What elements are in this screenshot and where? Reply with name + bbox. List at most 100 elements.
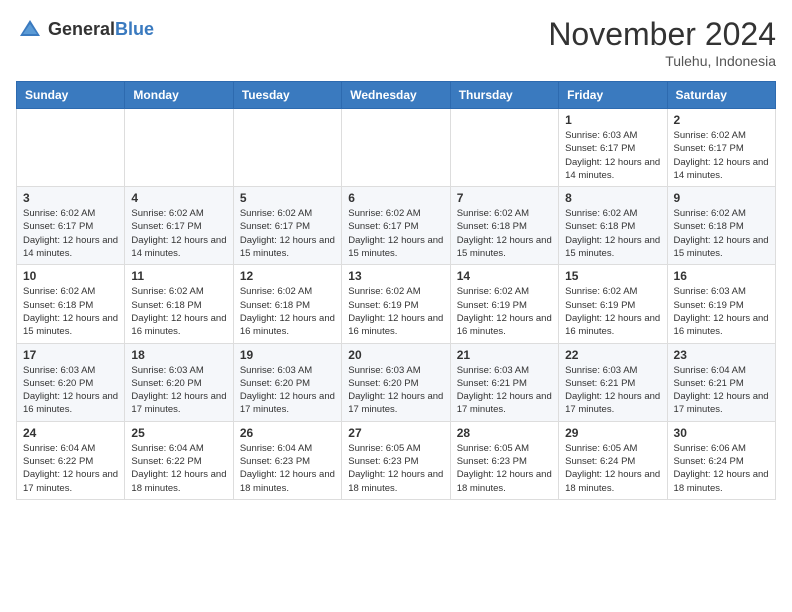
day-number: 26	[240, 426, 335, 440]
logo-icon	[16, 16, 44, 44]
day-number: 8	[565, 191, 660, 205]
day-number: 24	[23, 426, 118, 440]
weekday-header-tuesday: Tuesday	[233, 82, 341, 109]
calendar-week-0: 1 Sunrise: 6:03 AMSunset: 6:17 PMDaylight…	[17, 109, 776, 187]
calendar-cell: 14 Sunrise: 6:02 AMSunset: 6:19 PMDayligh…	[450, 265, 558, 343]
weekday-header-thursday: Thursday	[450, 82, 558, 109]
weekday-header-wednesday: Wednesday	[342, 82, 450, 109]
calendar-cell: 13 Sunrise: 6:02 AMSunset: 6:19 PMDayligh…	[342, 265, 450, 343]
day-number: 27	[348, 426, 443, 440]
location: Tulehu, Indonesia	[548, 53, 776, 69]
day-number: 25	[131, 426, 226, 440]
day-info: Sunrise: 6:05 AMSunset: 6:24 PMDaylight:…	[565, 442, 660, 495]
day-number: 21	[457, 348, 552, 362]
day-info: Sunrise: 6:02 AMSunset: 6:18 PMDaylight:…	[565, 207, 660, 260]
calendar-cell: 21 Sunrise: 6:03 AMSunset: 6:21 PMDayligh…	[450, 343, 558, 421]
day-info: Sunrise: 6:03 AMSunset: 6:20 PMDaylight:…	[240, 364, 335, 417]
calendar-cell: 27 Sunrise: 6:05 AMSunset: 6:23 PMDayligh…	[342, 421, 450, 499]
calendar-cell: 1 Sunrise: 6:03 AMSunset: 6:17 PMDaylight…	[559, 109, 667, 187]
page-header: GeneralBlue November 2024 Tulehu, Indone…	[16, 16, 776, 69]
day-number: 6	[348, 191, 443, 205]
month-title: November 2024	[548, 16, 776, 53]
day-number: 1	[565, 113, 660, 127]
calendar-cell: 11 Sunrise: 6:02 AMSunset: 6:18 PMDayligh…	[125, 265, 233, 343]
calendar-cell: 25 Sunrise: 6:04 AMSunset: 6:22 PMDayligh…	[125, 421, 233, 499]
day-info: Sunrise: 6:02 AMSunset: 6:17 PMDaylight:…	[23, 207, 118, 260]
day-info: Sunrise: 6:02 AMSunset: 6:18 PMDaylight:…	[674, 207, 769, 260]
day-number: 23	[674, 348, 769, 362]
day-number: 4	[131, 191, 226, 205]
day-number: 17	[23, 348, 118, 362]
day-number: 13	[348, 269, 443, 283]
weekday-header-row: SundayMondayTuesdayWednesdayThursdayFrid…	[17, 82, 776, 109]
calendar-cell: 15Sunrise: 6:02 AMSunset: 6:19 PMDayligh…	[559, 265, 667, 343]
weekday-header-monday: Monday	[125, 82, 233, 109]
day-number: 19	[240, 348, 335, 362]
day-info: Sunrise: 6:06 AMSunset: 6:24 PMDaylight:…	[674, 442, 769, 495]
day-number: 10	[23, 269, 118, 283]
calendar-cell: 24 Sunrise: 6:04 AMSunset: 6:22 PMDayligh…	[17, 421, 125, 499]
day-info: Sunrise: 6:03 AMSunset: 6:20 PMDaylight:…	[23, 364, 118, 417]
day-info: Sunrise: 6:02 AMSunset: 6:18 PMDaylight:…	[457, 207, 552, 260]
calendar-cell: 5Sunrise: 6:02 AMSunset: 6:17 PMDaylight…	[233, 187, 341, 265]
calendar-cell: 6 Sunrise: 6:02 AMSunset: 6:17 PMDaylight…	[342, 187, 450, 265]
calendar-cell: 23Sunrise: 6:04 AMSunset: 6:21 PMDayligh…	[667, 343, 775, 421]
day-info: Sunrise: 6:03 AMSunset: 6:20 PMDaylight:…	[131, 364, 226, 417]
calendar: SundayMondayTuesdayWednesdayThursdayFrid…	[16, 81, 776, 500]
calendar-cell: 28Sunrise: 6:05 AMSunset: 6:23 PMDayligh…	[450, 421, 558, 499]
day-info: Sunrise: 6:02 AMSunset: 6:19 PMDaylight:…	[348, 285, 443, 338]
calendar-week-1: 3 Sunrise: 6:02 AMSunset: 6:17 PMDaylight…	[17, 187, 776, 265]
logo: GeneralBlue	[16, 16, 154, 44]
calendar-cell: 30 Sunrise: 6:06 AMSunset: 6:24 PMDayligh…	[667, 421, 775, 499]
day-info: Sunrise: 6:02 AMSunset: 6:17 PMDaylight:…	[674, 129, 769, 182]
day-number: 20	[348, 348, 443, 362]
calendar-cell: 20 Sunrise: 6:03 AMSunset: 6:20 PMDayligh…	[342, 343, 450, 421]
calendar-cell: 9 Sunrise: 6:02 AMSunset: 6:18 PMDaylight…	[667, 187, 775, 265]
day-number: 16	[674, 269, 769, 283]
day-number: 22	[565, 348, 660, 362]
calendar-week-4: 24 Sunrise: 6:04 AMSunset: 6:22 PMDayligh…	[17, 421, 776, 499]
logo-text-general: General	[48, 19, 115, 39]
day-number: 5	[240, 191, 335, 205]
calendar-cell: 8 Sunrise: 6:02 AMSunset: 6:18 PMDaylight…	[559, 187, 667, 265]
calendar-cell: 22 Sunrise: 6:03 AMSunset: 6:21 PMDayligh…	[559, 343, 667, 421]
calendar-cell: 19 Sunrise: 6:03 AMSunset: 6:20 PMDayligh…	[233, 343, 341, 421]
calendar-cell: 26 Sunrise: 6:04 AMSunset: 6:23 PMDayligh…	[233, 421, 341, 499]
day-number: 7	[457, 191, 552, 205]
calendar-cell: 2Sunrise: 6:02 AMSunset: 6:17 PMDaylight…	[667, 109, 775, 187]
day-info: Sunrise: 6:04 AMSunset: 6:22 PMDaylight:…	[131, 442, 226, 495]
day-info: Sunrise: 6:02 AMSunset: 6:17 PMDaylight:…	[348, 207, 443, 260]
day-number: 3	[23, 191, 118, 205]
day-info: Sunrise: 6:03 AMSunset: 6:20 PMDaylight:…	[348, 364, 443, 417]
calendar-cell: 29 Sunrise: 6:05 AMSunset: 6:24 PMDayligh…	[559, 421, 667, 499]
day-info: Sunrise: 6:03 AMSunset: 6:17 PMDaylight:…	[565, 129, 660, 182]
day-number: 11	[131, 269, 226, 283]
calendar-cell: 16 Sunrise: 6:03 AMSunset: 6:19 PMDayligh…	[667, 265, 775, 343]
day-info: Sunrise: 6:05 AMSunset: 6:23 PMDaylight:…	[348, 442, 443, 495]
day-info: Sunrise: 6:02 AMSunset: 6:18 PMDaylight:…	[131, 285, 226, 338]
day-number: 12	[240, 269, 335, 283]
day-info: Sunrise: 6:02 AMSunset: 6:17 PMDaylight:…	[131, 207, 226, 260]
day-number: 30	[674, 426, 769, 440]
day-info: Sunrise: 6:03 AMSunset: 6:21 PMDaylight:…	[457, 364, 552, 417]
calendar-week-2: 10 Sunrise: 6:02 AMSunset: 6:18 PMDayligh…	[17, 265, 776, 343]
calendar-week-3: 17 Sunrise: 6:03 AMSunset: 6:20 PMDayligh…	[17, 343, 776, 421]
day-info: Sunrise: 6:04 AMSunset: 6:22 PMDaylight:…	[23, 442, 118, 495]
calendar-cell: 18Sunrise: 6:03 AMSunset: 6:20 PMDayligh…	[125, 343, 233, 421]
day-info: Sunrise: 6:02 AMSunset: 6:19 PMDaylight:…	[457, 285, 552, 338]
day-number: 14	[457, 269, 552, 283]
day-number: 9	[674, 191, 769, 205]
day-info: Sunrise: 6:03 AMSunset: 6:19 PMDaylight:…	[674, 285, 769, 338]
day-info: Sunrise: 6:04 AMSunset: 6:23 PMDaylight:…	[240, 442, 335, 495]
calendar-cell	[125, 109, 233, 187]
weekday-header-sunday: Sunday	[17, 82, 125, 109]
day-info: Sunrise: 6:05 AMSunset: 6:23 PMDaylight:…	[457, 442, 552, 495]
weekday-header-saturday: Saturday	[667, 82, 775, 109]
day-number: 29	[565, 426, 660, 440]
calendar-cell: 4 Sunrise: 6:02 AMSunset: 6:17 PMDaylight…	[125, 187, 233, 265]
day-info: Sunrise: 6:03 AMSunset: 6:21 PMDaylight:…	[565, 364, 660, 417]
calendar-cell: 17 Sunrise: 6:03 AMSunset: 6:20 PMDayligh…	[17, 343, 125, 421]
title-block: November 2024 Tulehu, Indonesia	[548, 16, 776, 69]
day-info: Sunrise: 6:02 AMSunset: 6:18 PMDaylight:…	[23, 285, 118, 338]
calendar-cell	[233, 109, 341, 187]
